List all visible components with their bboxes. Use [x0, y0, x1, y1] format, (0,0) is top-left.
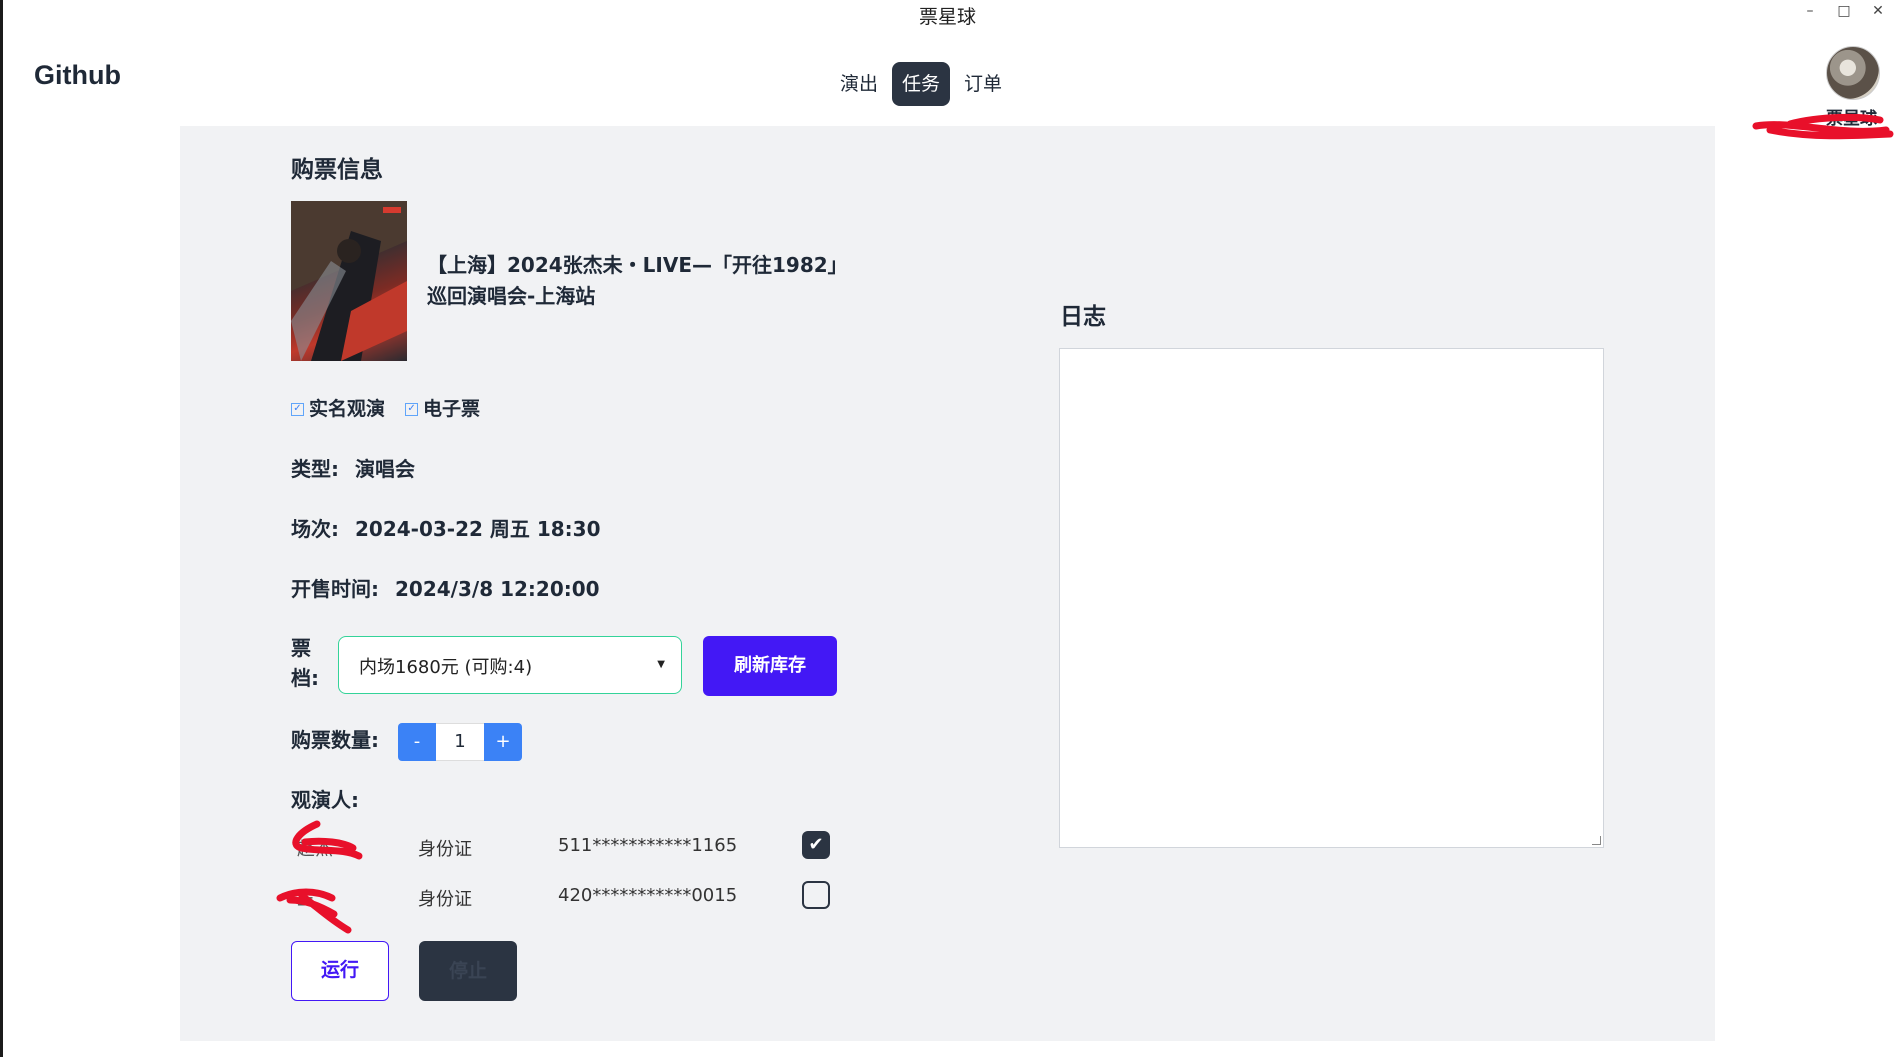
poster-image: [291, 201, 407, 361]
window-title: 票星球: [918, 6, 976, 28]
quantity-label: 购票数量:: [291, 728, 379, 752]
audience-id-number: 511***********1165: [558, 835, 738, 856]
run-button[interactable]: 运行: [291, 941, 389, 1001]
avatar[interactable]: [1826, 46, 1880, 100]
sale-label: 开售时间:: [291, 577, 379, 601]
minimize-icon[interactable]: –: [1796, 0, 1824, 26]
show-title-line2: 巡回演唱会-上海站: [427, 284, 596, 308]
increment-button[interactable]: +: [484, 723, 522, 761]
user-name: 票星球: [1826, 109, 1877, 129]
info-sale-time: 开售时间: 2024/3/8 12:20:00: [291, 573, 600, 602]
audience-name: 王: [297, 889, 315, 910]
log-title: 日志: [1060, 304, 1106, 330]
tab-shows[interactable]: 演出: [830, 62, 888, 106]
audience-id-type: 身份证: [418, 889, 472, 910]
audience-name: 赵杰: [297, 839, 333, 860]
info-type: 类型: 演唱会: [291, 453, 415, 482]
audience-row: 赵杰 身份证 511***********1165 ✔: [291, 829, 836, 865]
session-label: 场次:: [291, 517, 339, 541]
chevron-down-icon: ▼: [657, 659, 665, 670]
maximize-icon[interactable]: □: [1830, 0, 1858, 26]
info-session: 场次: 2024-03-22 周五 18:30: [291, 513, 601, 542]
tab-tasks[interactable]: 任务: [892, 62, 951, 106]
sale-value: 2024/3/8 12:20:00: [395, 577, 600, 601]
show-title-line1: 【上海】2024张杰未・LIVE—「开往1982」: [427, 253, 848, 277]
window-edge: [0, 0, 3, 1057]
type-label: 类型:: [291, 457, 339, 481]
main-nav: 演出 任务 订单: [830, 62, 1012, 106]
ticket-tags: ✓ 实名观演 ✓ 电子票: [291, 394, 480, 421]
tier-select[interactable]: 内场1680元 (可购:4) ▼: [338, 636, 682, 694]
audience-checkbox[interactable]: [802, 881, 830, 909]
tier-selected-value: 内场1680元 (可购:4): [359, 657, 533, 678]
show-title: 【上海】2024张杰未・LIVE—「开往1982」 巡回演唱会-上海站: [427, 250, 848, 312]
type-value: 演唱会: [355, 457, 415, 481]
resize-handle-icon[interactable]: [1592, 836, 1601, 845]
decrement-button[interactable]: -: [398, 723, 436, 761]
tag-eticket: 电子票: [423, 398, 481, 420]
stop-button[interactable]: 停止: [419, 941, 517, 1001]
show-poster: [291, 201, 407, 361]
tier-label: 票档:: [291, 636, 319, 690]
section-title-ticket: 购票信息: [291, 157, 383, 183]
audience-label: 观演人:: [291, 788, 359, 812]
tab-orders[interactable]: 订单: [954, 62, 1012, 106]
audience-id-number: 420***********0015: [558, 885, 738, 906]
checkbox-icon: ✓: [291, 402, 304, 416]
audience-checkbox[interactable]: ✔: [802, 831, 830, 859]
session-value: 2024-03-22 周五 18:30: [355, 517, 601, 541]
tag-real-name: 实名观演: [309, 398, 386, 420]
audience-row: 王 身份证 420***********0015: [291, 879, 836, 915]
refresh-stock-button[interactable]: 刷新库存: [703, 636, 837, 696]
close-icon[interactable]: ✕: [1864, 0, 1892, 26]
checkbox-icon: ✓: [405, 402, 419, 416]
quantity-stepper: - 1 +: [398, 723, 522, 761]
quantity-input[interactable]: 1: [436, 723, 484, 761]
log-textarea[interactable]: [1059, 348, 1604, 848]
brand-link[interactable]: Github: [34, 60, 121, 91]
audience-id-type: 身份证: [418, 839, 472, 860]
